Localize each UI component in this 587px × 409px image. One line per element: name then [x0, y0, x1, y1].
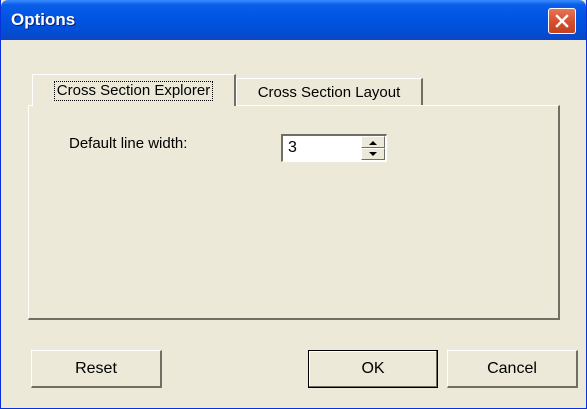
spin-up-button[interactable]	[361, 136, 385, 148]
spin-down-button[interactable]	[361, 148, 385, 160]
reset-button[interactable]: Reset	[31, 350, 162, 388]
line-width-label: Default line width:	[69, 135, 188, 152]
line-width-value[interactable]: 3	[288, 139, 297, 157]
line-width-spinbox[interactable]: 3	[281, 134, 387, 162]
arrow-up-icon	[369, 140, 377, 145]
close-button[interactable]	[548, 8, 576, 34]
options-dialog: Options Cross Section Explorer Cross Sec…	[0, 0, 587, 409]
arrow-down-icon	[369, 151, 377, 156]
tab-label: Cross Section Layout	[257, 83, 401, 101]
tab-cross-section-explorer[interactable]: Cross Section Explorer	[32, 74, 236, 106]
ok-button[interactable]: OK	[308, 350, 438, 388]
title-bar[interactable]: Options	[1, 0, 586, 40]
tab-cross-section-layout[interactable]: Cross Section Layout	[236, 78, 423, 105]
tab-label: Cross Section Explorer	[53, 80, 214, 101]
window-title: Options	[11, 10, 76, 29]
close-icon	[555, 14, 569, 28]
cancel-button[interactable]: Cancel	[447, 350, 578, 388]
